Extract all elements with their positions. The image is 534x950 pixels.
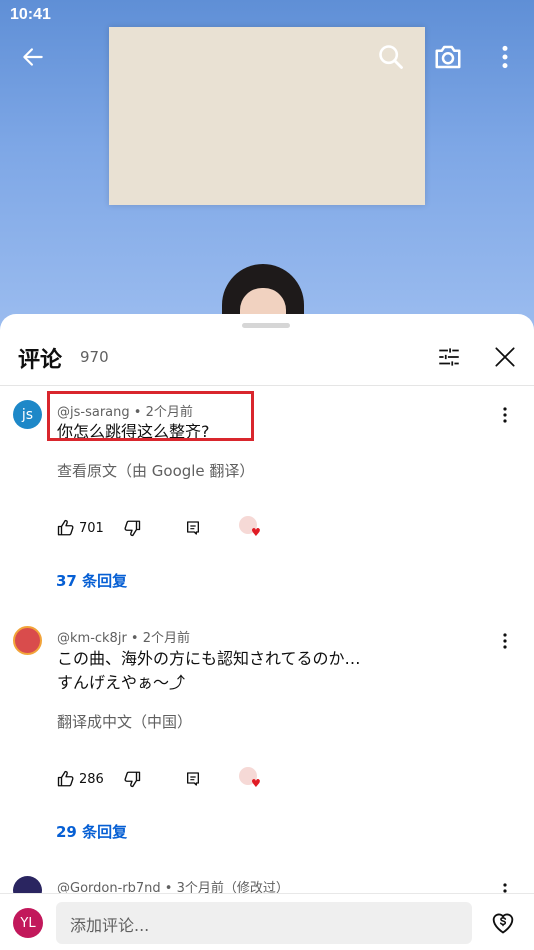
comment-text-line: すんげえやぁ〜⤴︎ (57, 673, 186, 692)
translate-link[interactable]: 翻译成中文（中国） (57, 711, 192, 732)
thumbs-down-icon (124, 771, 141, 788)
sort-filter-button[interactable] (432, 340, 466, 374)
reply-button[interactable] (185, 516, 201, 540)
avatar[interactable] (13, 626, 42, 655)
comment-time: 2个月前 (142, 631, 191, 646)
close-comments-button[interactable] (488, 340, 522, 374)
creator-heart-badge: ♥ (239, 767, 263, 791)
camera-button[interactable] (431, 40, 465, 74)
search-button[interactable] (374, 40, 408, 74)
my-avatar-initials: YL (20, 915, 36, 931)
creator-heart-badge: ♥ (239, 516, 263, 540)
thumbs-down-icon (124, 520, 141, 537)
reply-comment-icon (187, 772, 199, 786)
avatar[interactable]: js (13, 400, 42, 429)
thumbs-up-icon (57, 519, 74, 536)
heart-icon: ♥ (251, 526, 261, 539)
search-icon (379, 45, 403, 69)
like-button[interactable]: 286 (57, 767, 104, 791)
like-count: 701 (79, 520, 104, 536)
comment-text-line: この曲、海外の方にも認知されてるのか… (57, 649, 361, 668)
creator-avatar-heart: ♥ (239, 516, 263, 540)
arrow-left-icon (23, 48, 43, 66)
comments-title: 评论 (18, 348, 63, 373)
heart-icon: ♥ (251, 777, 261, 790)
translate-link[interactable]: 查看原文（由 Google 翻译） (57, 460, 254, 481)
comment-actions: 286 ♥ (57, 767, 297, 791)
comment-menu-button[interactable] (494, 628, 516, 654)
my-avatar[interactable]: YL (13, 908, 43, 938)
like-count: 286 (79, 771, 104, 787)
more-options-button[interactable] (488, 40, 522, 74)
creator-avatar-heart: ♥ (239, 767, 263, 791)
comment-meta: @km-ck8jr • 2个月前 (57, 627, 190, 646)
close-icon (495, 347, 515, 367)
dislike-button[interactable] (123, 516, 141, 540)
view-replies-button[interactable]: 29 条回复 (56, 821, 127, 842)
comments-count: 970 (80, 348, 109, 366)
comment-author[interactable]: @km-ck8jr (57, 631, 127, 646)
camera-icon (435, 45, 461, 69)
like-button[interactable]: 701 (57, 516, 104, 540)
avatar-initials: js (21, 406, 34, 423)
comments-header: 评论 970 (0, 336, 534, 386)
status-time: 10:41 (10, 6, 51, 23)
dislike-button[interactable] (123, 767, 141, 791)
add-comment-bar: YL 添加评论... (0, 893, 534, 950)
highlight-box (47, 391, 254, 441)
back-button[interactable] (16, 40, 50, 74)
comment-actions: 701 ♥ (57, 516, 297, 540)
tune-icon (439, 348, 459, 366)
thumbs-up-icon (57, 770, 74, 787)
comment-menu-button[interactable] (494, 402, 516, 428)
drag-handle[interactable] (242, 323, 290, 328)
more-vert-icon (503, 633, 507, 649)
more-vert-icon (502, 45, 508, 69)
super-thanks-button[interactable] (488, 907, 518, 937)
more-vert-icon (503, 407, 507, 423)
reply-button[interactable] (185, 767, 201, 791)
add-comment-input[interactable]: 添加评论... (56, 902, 472, 944)
view-replies-button[interactable]: 37 条回复 (56, 570, 127, 591)
reply-comment-icon (187, 521, 199, 535)
meta-separator: • (126, 631, 143, 646)
comment-text: この曲、海外の方にも認知されてるのか… すんげえやぁ〜⤴︎ (57, 647, 361, 695)
heart-dollar-icon (492, 913, 514, 934)
